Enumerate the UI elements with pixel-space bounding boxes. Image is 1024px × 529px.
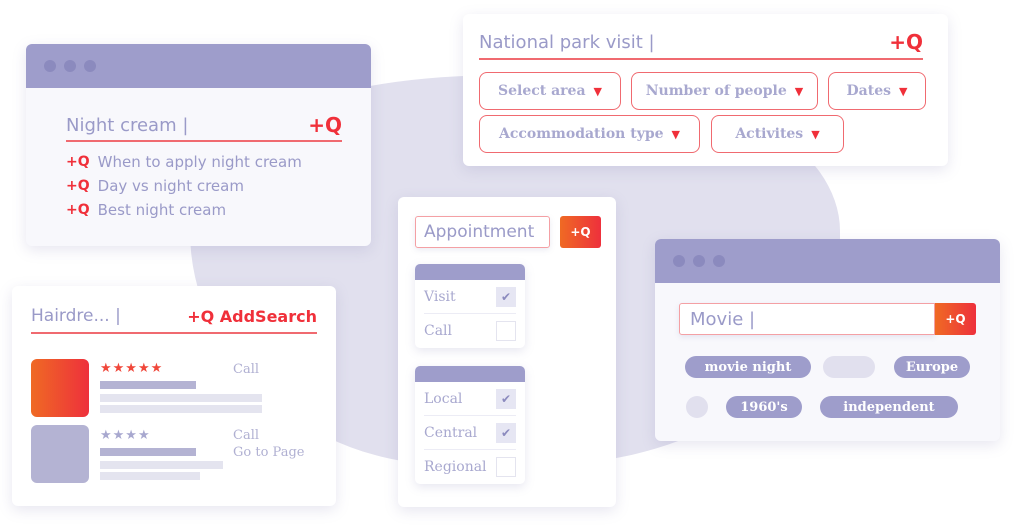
- search-query: Appointment: [424, 222, 535, 242]
- search-button[interactable]: +Q: [560, 216, 601, 248]
- filter-label: Accommodation type: [498, 126, 664, 142]
- suggestion-label: Day vs night cream: [97, 177, 244, 195]
- filter-number-of-people[interactable]: Number of people ▼: [631, 72, 818, 110]
- result-thumbnail: [31, 359, 89, 417]
- search-query: National park visit |: [479, 31, 655, 53]
- hairdresser-search-input[interactable]: Hairdre... | +Q AddSearch: [31, 300, 317, 334]
- search-button[interactable]: +Q: [935, 303, 976, 335]
- window-dot: [713, 255, 725, 267]
- filter-accommodation-type[interactable]: Accommodation type ▼: [479, 115, 700, 153]
- checkbox-label: Visit: [424, 288, 456, 305]
- hairdresser-card: Hairdre... | +Q AddSearch ★★★★★ Call ★★★…: [12, 286, 336, 506]
- night-cream-search-input[interactable]: Night cream | +Q: [66, 110, 342, 142]
- search-query: Night cream |: [66, 114, 189, 136]
- checkbox-unchecked[interactable]: [496, 457, 516, 477]
- text-placeholder-bar: [100, 461, 223, 469]
- dropdown-arrow-icon: ▼: [593, 84, 602, 98]
- suggestion-item[interactable]: +Q Best night cream: [66, 198, 302, 222]
- checkbox-label: Regional: [424, 459, 487, 475]
- group-header: [415, 264, 525, 280]
- checkbox-label: Central: [424, 424, 478, 441]
- call-link[interactable]: Call: [233, 362, 259, 377]
- filter-select-area[interactable]: Select area ▼: [479, 72, 621, 110]
- result-thumbnail: [31, 425, 89, 483]
- star-rating: ★★★★: [100, 428, 151, 443]
- text-placeholder-bar: [100, 405, 262, 413]
- checkbox-row-central[interactable]: Central ✔: [424, 416, 516, 450]
- checkbox-row-visit[interactable]: Visit ✔: [424, 280, 516, 314]
- tag-chip[interactable]: 1960's: [726, 396, 802, 418]
- filter-label: Select area: [497, 83, 586, 99]
- dropdown-arrow-icon: ▼: [671, 127, 681, 141]
- window-titlebar: [655, 239, 1000, 283]
- window-dot: [64, 60, 76, 72]
- appointment-search-input[interactable]: Appointment: [415, 216, 550, 248]
- filter-dates[interactable]: Dates ▼: [828, 72, 926, 110]
- checkbox-label: Local: [424, 390, 463, 407]
- tag-chip-placeholder: [823, 356, 875, 378]
- dropdown-arrow-icon: ▼: [794, 84, 804, 98]
- window-dot: [84, 60, 96, 72]
- search-icon: +Q: [66, 178, 90, 194]
- tag-chip-placeholder: [686, 396, 708, 418]
- addsearch-logo: +Q AddSearch: [187, 306, 317, 326]
- go-to-page-link[interactable]: Go to Page: [233, 445, 304, 460]
- suggestion-item[interactable]: +Q Day vs night cream: [66, 174, 302, 198]
- call-link[interactable]: Call: [233, 428, 259, 443]
- tag-chip[interactable]: movie night: [685, 356, 811, 378]
- location-group: Local ✔ Central ✔ Regional: [415, 366, 525, 484]
- national-park-card: National park visit | +Q Select area ▼ Nu…: [463, 14, 948, 166]
- text-placeholder-bar: [100, 394, 262, 402]
- window-titlebar: [26, 44, 371, 88]
- dropdown-arrow-icon: ▼: [811, 127, 820, 141]
- movie-search-input[interactable]: Movie |: [679, 303, 935, 335]
- star-rating: ★★★★★: [100, 361, 164, 376]
- suggestion-label: Best night cream: [97, 201, 227, 219]
- dropdown-arrow-icon: ▼: [899, 84, 908, 98]
- filter-activities[interactable]: Activites ▼: [711, 115, 844, 153]
- checkmark-icon: ✔: [500, 289, 512, 304]
- national-park-search-input[interactable]: National park visit | +Q: [479, 26, 923, 60]
- checkbox-checked[interactable]: ✔: [496, 286, 516, 307]
- search-icon: +Q: [66, 202, 90, 218]
- appointment-card: Appointment +Q Visit ✔ Call Local ✔ Cent…: [398, 197, 616, 507]
- text-placeholder-bar: [100, 472, 200, 480]
- appointment-type-group: Visit ✔ Call: [415, 264, 525, 348]
- text-placeholder-bar: [100, 448, 196, 456]
- search-icon: +Q: [66, 154, 90, 170]
- search-icon[interactable]: +Q: [889, 30, 923, 54]
- checkbox-row-regional[interactable]: Regional: [424, 450, 516, 484]
- suggestion-list: +Q When to apply night cream +Q Day vs n…: [66, 150, 302, 222]
- suggestion-label: When to apply night cream: [97, 153, 302, 171]
- checkbox-row-local[interactable]: Local ✔: [424, 382, 516, 416]
- night-cream-window: Night cream | +Q +Q When to apply night …: [26, 44, 371, 246]
- group-header: [415, 366, 525, 382]
- tag-chip[interactable]: Europe: [894, 356, 970, 378]
- search-icon[interactable]: +Q: [308, 113, 342, 137]
- text-placeholder-bar: [100, 381, 196, 389]
- filter-label: Activites: [735, 126, 804, 142]
- checkmark-icon: ✔: [500, 391, 512, 406]
- window-dot: [693, 255, 705, 267]
- filter-label: Dates: [846, 83, 891, 99]
- checkmark-icon: ✔: [500, 425, 512, 440]
- checkbox-checked[interactable]: ✔: [496, 388, 516, 409]
- checkbox-row-call[interactable]: Call: [424, 314, 516, 348]
- checkbox-label: Call: [424, 323, 453, 339]
- checkbox-unchecked[interactable]: [496, 321, 516, 341]
- filter-label: Number of people: [645, 83, 787, 99]
- movie-window: Movie | +Q movie night Europe 1960's ind…: [655, 239, 1000, 441]
- suggestion-item[interactable]: +Q When to apply night cream: [66, 150, 302, 174]
- search-query: Movie |: [690, 308, 756, 330]
- tag-chip[interactable]: independent: [820, 396, 958, 418]
- checkbox-checked[interactable]: ✔: [496, 422, 516, 443]
- search-query: Hairdre... |: [31, 306, 121, 326]
- window-dot: [44, 60, 56, 72]
- window-dot: [673, 255, 685, 267]
